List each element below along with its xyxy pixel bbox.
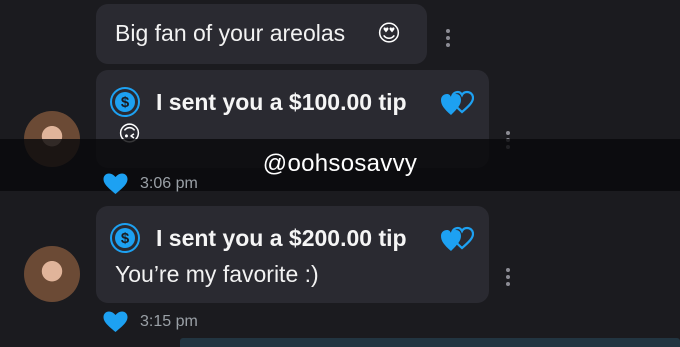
tip-row: $ I sent you a $200.00 tip <box>110 223 407 253</box>
tip-message-bubble-2[interactable]: $ I sent you a $200.00 tip You’re my fav… <box>96 206 489 303</box>
tip-row: $ I sent you a $100.00 tip <box>110 87 407 117</box>
dollar-circle-icon: $ <box>110 87 140 117</box>
timestamp: 3:15 pm <box>140 313 198 330</box>
double-heart-icon[interactable] <box>440 226 474 254</box>
avatar[interactable] <box>24 246 80 302</box>
timestamp-row-2: 3:15 pm <box>103 311 198 333</box>
double-heart-icon[interactable] <box>440 90 474 118</box>
message-options-3-kebab-icon[interactable] <box>506 268 512 286</box>
dollar-circle-icon: $ <box>110 223 140 253</box>
heart-icon[interactable] <box>103 311 128 333</box>
message-options-1-kebab-icon[interactable] <box>446 29 452 47</box>
message-text-3: You’re my favorite :) <box>115 261 319 287</box>
message-text-1: Big fan of your areolas <box>115 20 346 46</box>
message-bubble-1[interactable]: Big fan of your areolas 😍 <box>96 4 427 64</box>
tip-label: I sent you a $100.00 tip <box>156 88 407 115</box>
next-message-edge <box>180 338 680 347</box>
tip-label: I sent you a $200.00 tip <box>156 224 407 251</box>
heart-icon[interactable] <box>103 173 128 195</box>
timestamp-row-1: 3:06 pm <box>103 173 198 195</box>
heart-eyes-emoji: 😍 <box>377 20 401 46</box>
watermark-text: @oohsosavvy <box>262 150 418 177</box>
timestamp: 3:06 pm <box>140 175 198 192</box>
